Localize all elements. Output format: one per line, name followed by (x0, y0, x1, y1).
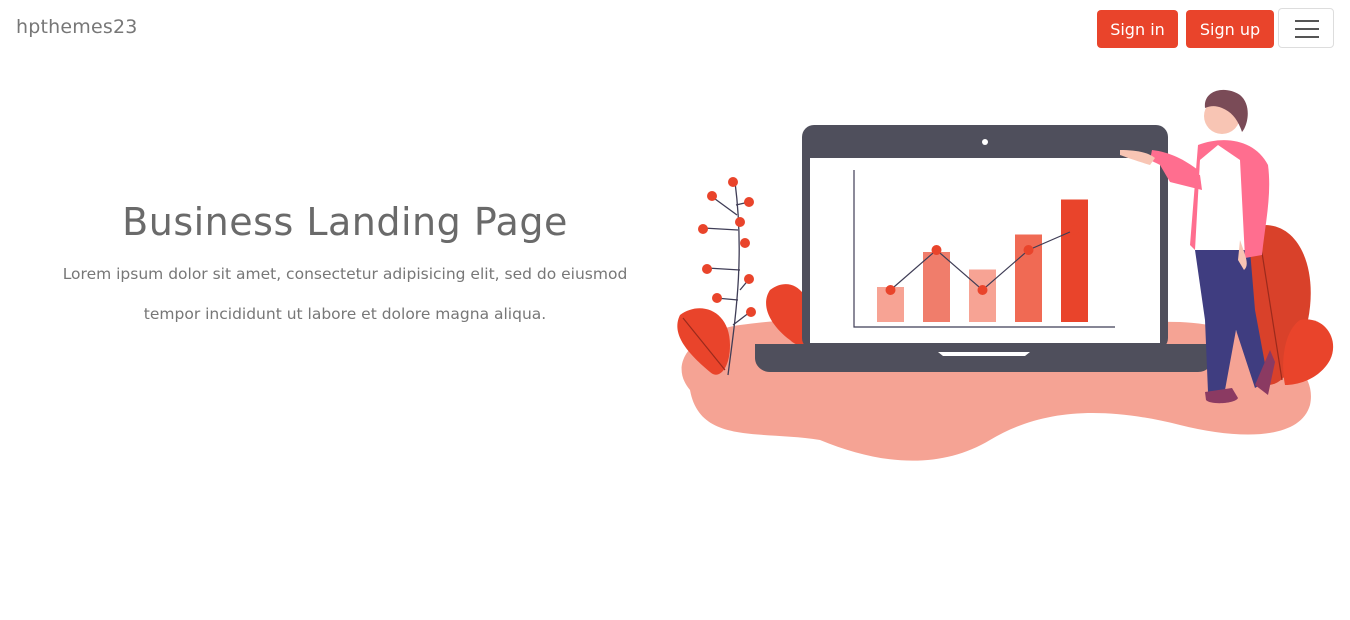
laptop-camera (982, 139, 988, 145)
hero-subtitle-line-1: Lorem ipsum dolor sit amet, consectetur … (62, 265, 628, 283)
laptop-base (755, 344, 1213, 372)
chart-bar (1061, 199, 1088, 322)
chart-point (1069, 225, 1080, 235)
chart-point (885, 285, 896, 295)
hero-subtitle-line-2: tempor incididunt ut labore et dolore ma… (143, 305, 547, 323)
chart-point (931, 245, 942, 255)
brand-link[interactable]: hpthemes23 (16, 16, 138, 38)
hero-title: Business Landing Page (122, 200, 568, 244)
plant-berries (698, 177, 756, 317)
chart-bar (923, 252, 950, 322)
chart-bar (969, 269, 996, 322)
business-analytics-illustration (677, 89, 1334, 461)
sign-in-button[interactable]: Sign in (1097, 10, 1178, 48)
navbar: hpthemes23 Sign in Sign up (0, 0, 1350, 56)
hero-subtitle: Lorem ipsum dolor sit amet, consectetur … (40, 254, 650, 334)
sign-up-button[interactable]: Sign up (1186, 10, 1274, 48)
hero-section: Business Landing Page Lorem ipsum dolor … (40, 200, 650, 334)
chart-point (977, 285, 988, 295)
menu-toggle-button[interactable] (1278, 8, 1334, 48)
chart-point (1023, 245, 1034, 255)
